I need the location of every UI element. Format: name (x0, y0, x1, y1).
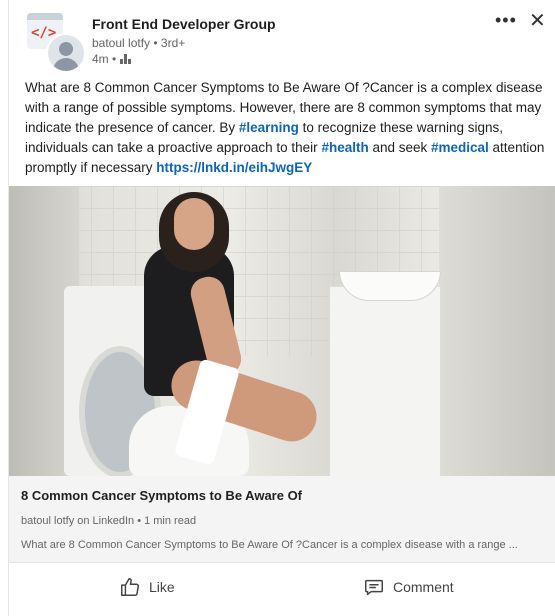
comment-label: Comment (393, 579, 454, 595)
post-card: </> Front End Developer Group batoul lot… (8, 0, 555, 616)
hashtag-health[interactable]: #health (321, 140, 368, 155)
hashtag-learning[interactable]: #learning (239, 120, 299, 135)
author-avatar[interactable] (46, 33, 86, 73)
logo-bar (27, 13, 63, 20)
article-image[interactable] (9, 186, 555, 476)
action-bar: Like Comment (9, 562, 555, 616)
close-icon[interactable]: ✕ (529, 8, 546, 33)
article-description: What are 8 Common Cancer Symptoms to Be … (21, 539, 518, 551)
post-time: 4m • (92, 52, 132, 66)
post-header: </> Front End Developer Group batoul lot… (9, 0, 555, 75)
article-preview[interactable]: 8 Common Cancer Symptoms to Be Aware Of … (9, 476, 555, 563)
post-text-part-3: and seek (368, 140, 431, 155)
comment-button[interactable]: Comment (363, 576, 454, 598)
more-options-icon[interactable]: ••• (495, 10, 517, 31)
post-body-text: What are 8 Common Cancer Symptoms to Be … (25, 78, 548, 178)
post-link[interactable]: https://lnkd.in/eihJwgEY (156, 160, 312, 175)
thumbs-up-icon (119, 576, 141, 598)
time-text: 4m • (92, 52, 117, 66)
avatar-head (59, 42, 73, 56)
avatar-body (53, 58, 79, 71)
group-name-link[interactable]: Front End Developer Group (92, 16, 276, 32)
author-line[interactable]: batoul lotfy • 3rd+ (92, 36, 185, 50)
audience-icon (120, 54, 132, 64)
comment-icon (363, 576, 385, 598)
article-meta: batoul lotfy on LinkedIn • 1 min read (21, 515, 197, 527)
like-label: Like (149, 579, 175, 595)
like-button[interactable]: Like (119, 576, 175, 598)
article-title[interactable]: 8 Common Cancer Symptoms to Be Aware Of (21, 488, 302, 503)
hashtag-medical[interactable]: #medical (431, 140, 489, 155)
